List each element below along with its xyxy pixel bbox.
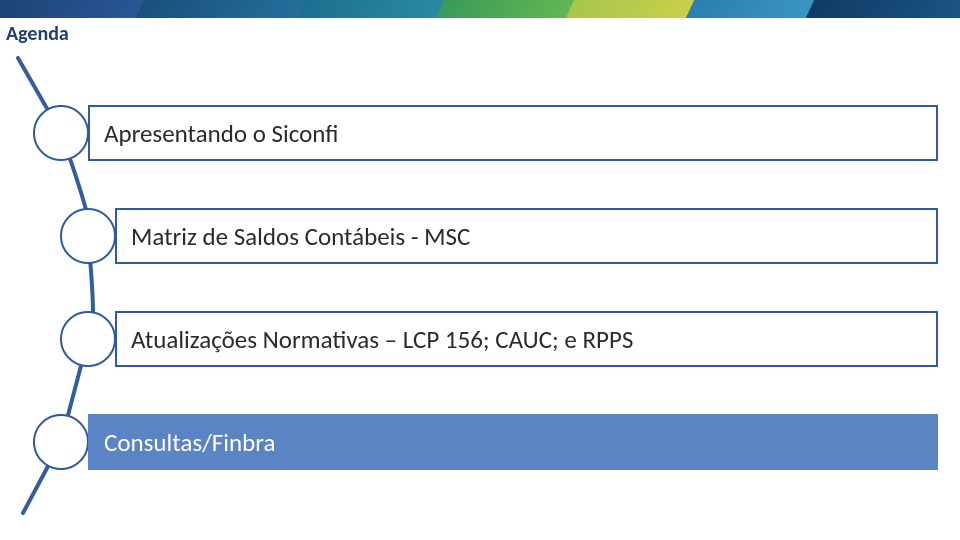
page-title: Agenda bbox=[6, 22, 69, 46]
agenda-node-1 bbox=[33, 105, 89, 161]
agenda-node-3 bbox=[60, 311, 116, 367]
agenda-item-label: Matriz de Saldos Contábeis - MSC bbox=[131, 221, 470, 252]
agenda-item-label: Apresentando o Siconfi bbox=[104, 118, 339, 149]
agenda-item-4: Consultas/Finbra bbox=[88, 414, 938, 470]
agenda-item-1: Apresentando o Siconfi bbox=[88, 105, 938, 161]
top-banner bbox=[0, 0, 960, 18]
agenda-item-label: Atualizações Normativas – LCP 156; CAUC;… bbox=[131, 324, 633, 355]
agenda-node-4 bbox=[33, 414, 89, 470]
agenda-item-2: Matriz de Saldos Contábeis - MSC bbox=[115, 208, 938, 264]
agenda-item-label: Consultas/Finbra bbox=[104, 427, 275, 458]
agenda-item-3: Atualizações Normativas – LCP 156; CAUC;… bbox=[115, 311, 938, 367]
agenda-node-2 bbox=[60, 208, 116, 264]
